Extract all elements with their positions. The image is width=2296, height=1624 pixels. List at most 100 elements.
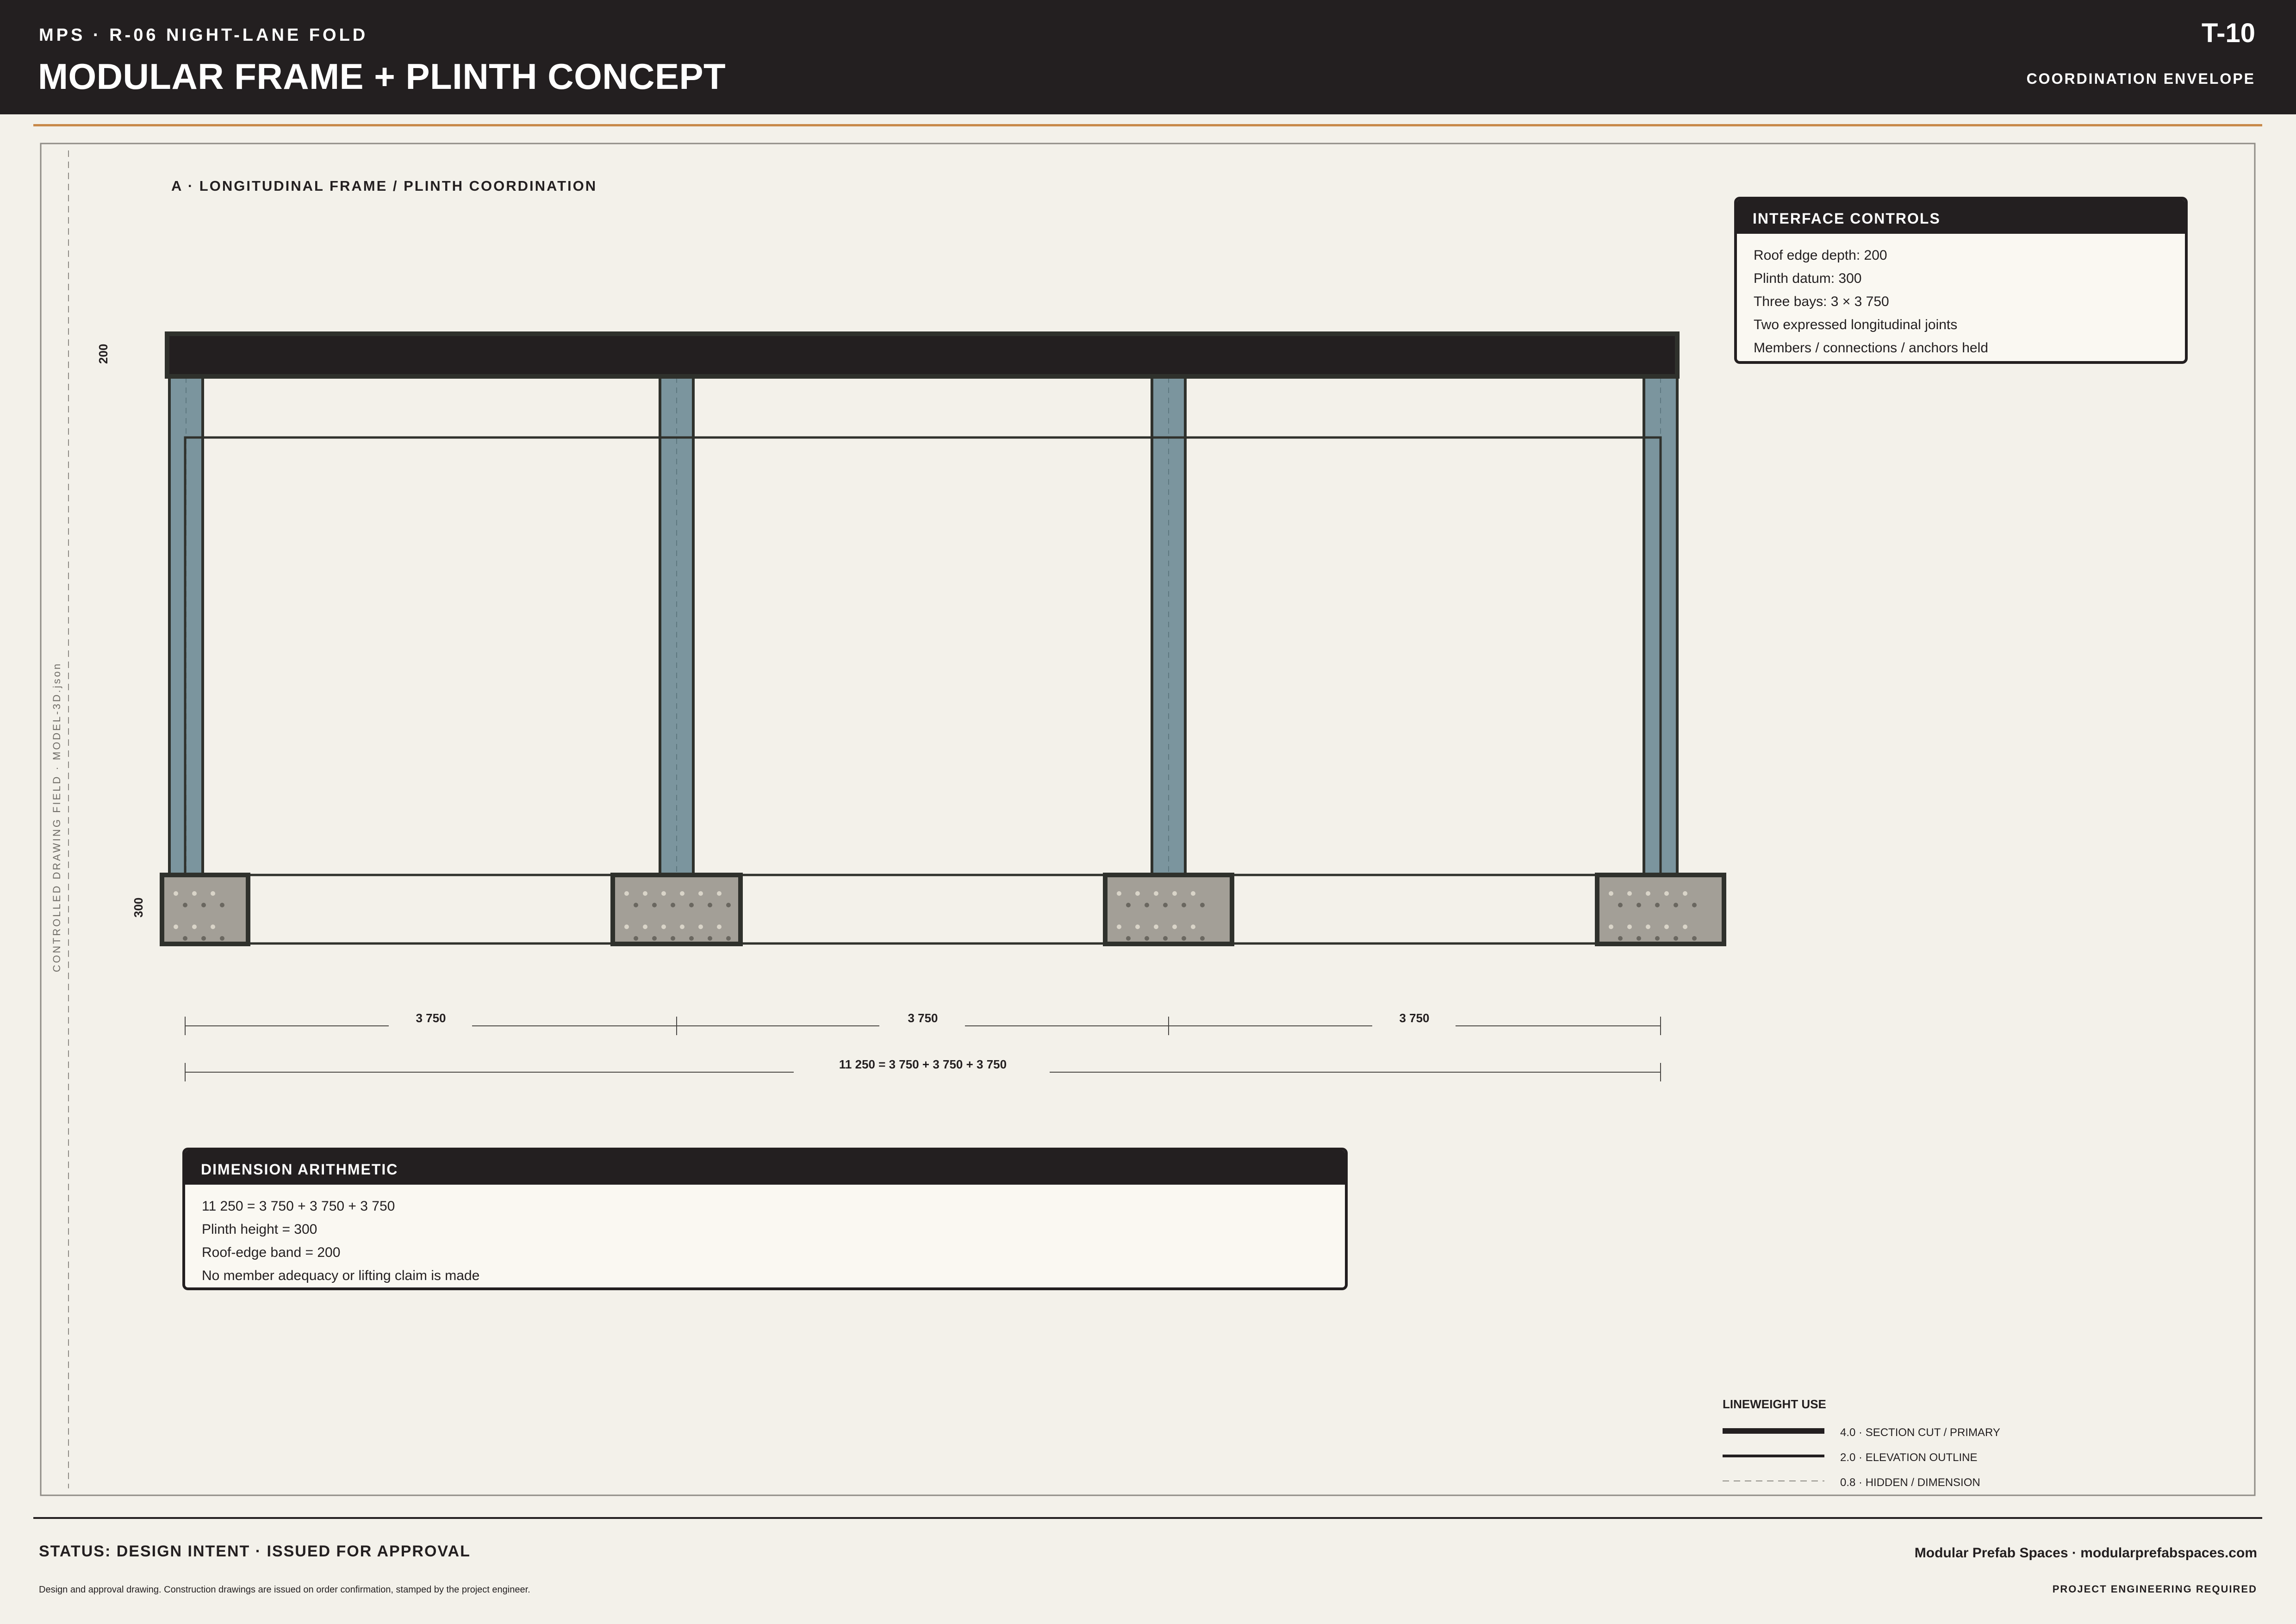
drawing-sheet: MPS · R-06 NIGHT-LANE FOLD MODULAR FRAME… (0, 0, 2296, 1624)
plinth-aggregate-dot (1172, 924, 1177, 929)
plinth-aggregate-dot (1182, 936, 1186, 941)
plinth-aggregate-dot (220, 936, 224, 941)
lineweight-label-medium: 2.0 · ELEVATION OUTLINE (1840, 1451, 1978, 1464)
plinth-aggregate-dot (1627, 924, 1632, 929)
footer-rule (33, 1517, 2262, 1519)
plinth-aggregate-dot (1618, 903, 1623, 907)
status-line: STATUS: DESIGN INTENT · ISSUED FOR APPRO… (39, 1543, 471, 1560)
plinth-aggregate-dot (689, 936, 694, 941)
plinth-aggregate-dot (652, 903, 657, 907)
plinth-aggregate-dot (174, 891, 178, 896)
plinth-aggregate-dot (220, 903, 224, 907)
drawing-title: A · LONGITUDINAL FRAME / PLINTH COORDINA… (171, 178, 597, 194)
plinth-aggregate-dot (726, 936, 731, 941)
inner-frame-outline (184, 436, 1662, 875)
plinth-aggregate-dot (1674, 936, 1678, 941)
plinth-aggregate-dot (1172, 891, 1177, 896)
plinth-aggregate-dot (1154, 924, 1158, 929)
plinth-aggregate-dot (1636, 936, 1641, 941)
plinth-band (162, 874, 1725, 945)
plinth-aggregate-dot (211, 924, 215, 929)
plinth-aggregate-dot (1655, 903, 1660, 907)
list-item: 11 250 = 3 750 + 3 750 + 3 750 (202, 1199, 395, 1214)
list-item: No member adequacy or lifting claim is m… (202, 1268, 480, 1283)
list-item: Plinth height = 300 (202, 1222, 317, 1237)
plinth-aggregate-dot (1117, 924, 1121, 929)
plinth-aggregate-dot (708, 903, 712, 907)
plinth-aggregate-dot (174, 924, 178, 929)
bay-dimension-2: 3 750 (908, 1011, 938, 1025)
plinth-block-3 (1103, 873, 1234, 946)
plinth-aggregate-dot (1135, 891, 1140, 896)
plinth-aggregate-dot (1191, 891, 1195, 896)
plinth-aggregate-dot (1692, 936, 1697, 941)
plinth-aggregate-dot (624, 891, 629, 896)
plinth-aggregate-dot (192, 924, 197, 929)
bay-dimension-1: 3 750 (416, 1011, 446, 1025)
plinth-aggregate-dot (1674, 903, 1678, 907)
plinth-block-4 (1595, 873, 1726, 946)
plinth-aggregate-dot (183, 903, 187, 907)
lineweight-legend-title: LINEWEIGHT USE (1723, 1397, 1826, 1411)
interface-controls-list: Roof edge depth: 200 Plinth datum: 300 T… (1737, 234, 2185, 360)
plinth-aggregate-dot (708, 936, 712, 941)
plinth-aggregate-dot (211, 891, 215, 896)
plinth-aggregate-dot (726, 903, 731, 907)
plinth-aggregate-dot (643, 924, 647, 929)
plinth-aggregate-dot (1664, 924, 1669, 929)
plinth-aggregate-dot (643, 891, 647, 896)
plinth-aggregate-dot (1692, 903, 1697, 907)
interface-controls-title: INTERFACE CONTROLS (1737, 200, 2185, 234)
plinth-aggregate-dot (1154, 891, 1158, 896)
plinth-aggregate-dot (1618, 936, 1623, 941)
plinth-aggregate-dot (1683, 891, 1687, 896)
plinth-aggregate-dot (1191, 924, 1195, 929)
plinth-aggregate-dot (1646, 924, 1650, 929)
plinth-aggregate-dot (1126, 903, 1131, 907)
plinth-aggregate-dot (201, 903, 206, 907)
list-item: Two expressed longitudinal joints (1754, 317, 1958, 332)
plinth-aggregate-dot (634, 936, 638, 941)
plinth-aggregate-dot (1145, 936, 1149, 941)
plinth-aggregate-dots (174, 891, 1697, 941)
plinth-aggregate-dot (1200, 903, 1205, 907)
list-item: Three bays: 3 × 3 750 (1754, 294, 1889, 309)
plinth-dimension: 300 (131, 898, 145, 918)
company-credit: Modular Prefab Spaces · modularprefabspa… (1914, 1545, 2257, 1561)
plinth-aggregate-dot (634, 903, 638, 907)
list-item: Members / connections / anchors held (1754, 340, 1988, 356)
list-item: Roof-edge band = 200 (202, 1245, 341, 1260)
plinth-aggregate-dot (201, 936, 206, 941)
dimension-arithmetic-list: 11 250 = 3 750 + 3 750 + 3 750 Plinth he… (185, 1185, 1345, 1287)
roof-edge-dimension: 200 (96, 344, 110, 364)
plinth-aggregate-dot (671, 936, 675, 941)
plinth-aggregate-dot (698, 924, 703, 929)
plinth-aggregate-dot (1135, 924, 1140, 929)
plinth-aggregate-dot (1126, 936, 1131, 941)
plinth-aggregate-dot (661, 891, 666, 896)
plinth-aggregate-dot (1655, 936, 1660, 941)
lineweight-label-thick: 4.0 · SECTION CUT / PRIMARY (1840, 1426, 2000, 1439)
plinth-block-1 (160, 873, 250, 946)
plinth-aggregate-dot (1627, 891, 1632, 896)
margin-label: CONTROLLED DRAWING FIELD · MODEL-3D.json (51, 662, 62, 972)
plinth-aggregate-dot (192, 891, 197, 896)
interface-controls-panel: INTERFACE CONTROLS Roof edge depth: 200 … (1734, 197, 2188, 364)
roof-edge-band (165, 331, 1680, 379)
plinth-aggregate-dot (1683, 924, 1687, 929)
footer-note: Design and approval drawing. Constructio… (39, 1585, 530, 1595)
plinth-aggregate-dot (1117, 891, 1121, 896)
plinth-aggregate-dot (1163, 903, 1168, 907)
plinth-aggregate-dot (652, 936, 657, 941)
dimension-arithmetic-title: DIMENSION ARITHMETIC (185, 1150, 1345, 1185)
plinth-aggregate-dot (1145, 903, 1149, 907)
overall-dimension: 11 250 = 3 750 + 3 750 + 3 750 (839, 1057, 1007, 1071)
plinth-aggregate-dot (680, 891, 684, 896)
plinth-aggregate-dot (1200, 936, 1205, 941)
list-item: Roof edge depth: 200 (1754, 248, 1887, 263)
plinth-aggregate-dot (689, 903, 694, 907)
plinth-aggregate-dot (1636, 903, 1641, 907)
dimension-arithmetic-panel: DIMENSION ARITHMETIC 11 250 = 3 750 + 3 … (182, 1148, 1348, 1290)
plinth-aggregate-dot (1609, 891, 1613, 896)
plinth-aggregate-dot (698, 891, 703, 896)
